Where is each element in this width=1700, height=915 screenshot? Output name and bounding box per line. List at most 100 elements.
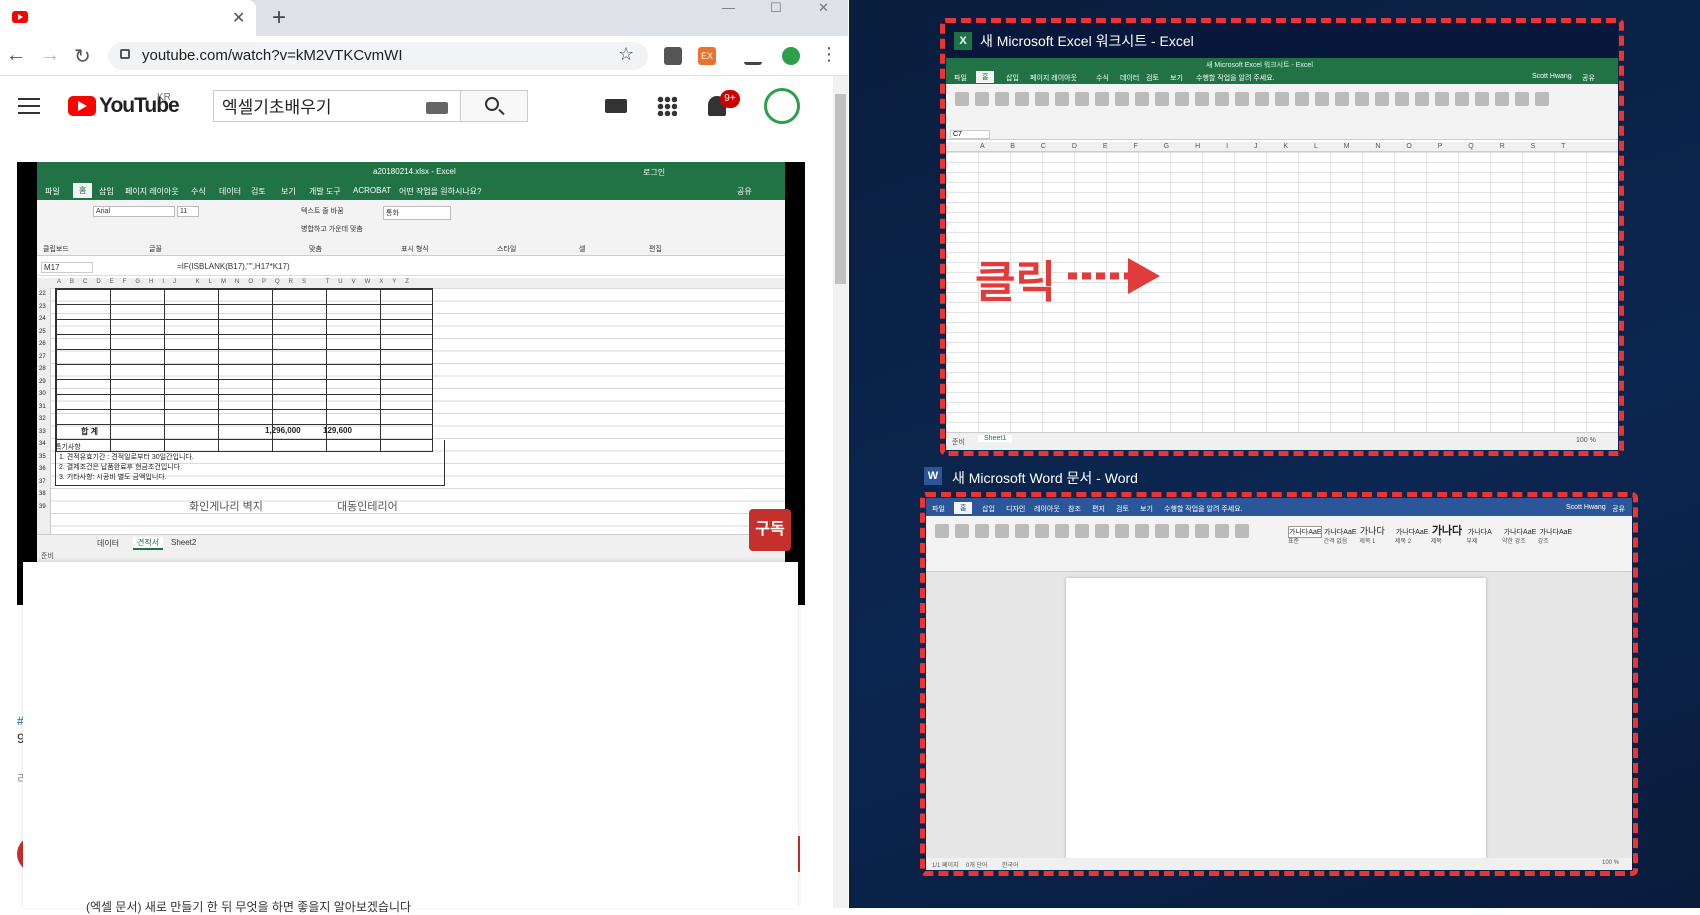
video-excel-screen: a20180214.xlsx - Excel 로그인 파일 홈 삽입 페이지 레… (37, 162, 785, 562)
excel-highlight-frame (940, 18, 1624, 456)
row-number: 33 (39, 428, 46, 435)
row-number: 31 (39, 403, 46, 410)
ribbon-group-label: 셀 (579, 246, 586, 253)
profile-avatar-icon[interactable] (782, 47, 800, 65)
excel-tab: ACROBAT (353, 186, 392, 195)
media-control-icon[interactable] (744, 47, 762, 65)
total-tax: 129,600 (323, 426, 352, 435)
excel-tab: 파일 (45, 187, 60, 196)
formula-bar: M17 =IF(ISBLANK(B17),"",H17*K17) (37, 258, 785, 276)
merge-center-label: 병합하고 가운데 맞춤 (301, 226, 363, 233)
word-app-icon: W (924, 467, 942, 485)
row-number: 34 (39, 441, 46, 447)
excel-window-title: a20180214.xlsx - Excel (373, 167, 456, 176)
word-highlight-frame (920, 492, 1638, 876)
row-number: 39 (39, 503, 46, 510)
guide-menu-icon[interactable] (18, 98, 40, 114)
youtube-logo-icon[interactable] (68, 96, 96, 116)
status-ready: 준비 (41, 553, 54, 560)
search-icon (485, 97, 499, 111)
word-window-title: 새 Microsoft Word 문서 - Word (952, 470, 1138, 486)
excel-tab: 검토 (251, 187, 266, 196)
tab-youtube[interactable]: ✕ (0, 0, 256, 36)
reload-button[interactable]: ↻ (74, 44, 91, 69)
notification-badge: 9+ (720, 90, 740, 108)
row-number: 25 (39, 328, 46, 335)
bookmark-star-icon[interactable]: ☆ (618, 44, 634, 65)
sheet-tab: 데이터 (97, 539, 120, 548)
youtube-region-label: KR (157, 92, 171, 103)
row-headers: 22 23 24 25 26 27 28 29 30 31 32 33 34 3… (37, 288, 51, 534)
browser-window: ✕ + — ☐ ✕ ← → ↻ youtube.com/watch?v=kM2V… (0, 0, 848, 914)
row-number: 30 (39, 391, 46, 397)
scrollbar-thumb[interactable] (835, 94, 846, 284)
tab-close-icon[interactable]: ✕ (232, 8, 245, 28)
excel-status-bar: 준비 (37, 550, 785, 562)
back-button[interactable]: ← (6, 44, 26, 67)
font-name-box: Arial (93, 206, 175, 217)
row-number: 36 (39, 466, 46, 472)
keyboard-icon[interactable] (426, 102, 448, 114)
ribbon-group-label: 맞춤 (309, 246, 322, 253)
formula-text: =IF(ISBLANK(B17),"",H17*K17) (177, 262, 290, 271)
apps-grid-icon[interactable] (657, 96, 677, 116)
row-number: 23 (39, 303, 46, 310)
minimize-button[interactable]: — (722, 0, 735, 16)
ribbon-group-label: 표시 형식 (401, 246, 429, 253)
maximize-button[interactable]: ☐ (770, 0, 782, 16)
new-tab-button[interactable]: + (272, 4, 286, 32)
excel-title-bar: a20180214.xlsx - Excel 로그인 (37, 162, 785, 182)
excel-ribbon-tabs: 파일 홈 삽입 페이지 레이아웃 수식 데이터 검토 보기 개발 도구 ACRO… (37, 182, 785, 200)
column-headers: ABCDEFGHIJ KLMNOPQRS TUVWXYZ (37, 278, 785, 288)
url-text[interactable]: youtube.com/watch?v=kM2VTKCvmWI (142, 47, 403, 64)
column-header-strip: ABCDEFGHIJ KLMNOPQRS TUVWXYZ (57, 279, 418, 285)
footer-left-text: 화인게나리 벽지 (189, 501, 263, 513)
quote-table (55, 288, 433, 452)
row-number: 28 (39, 366, 46, 372)
excel-share: 공유 (737, 187, 752, 196)
excel-tab: 수식 (191, 187, 206, 196)
notes-box (55, 440, 445, 486)
account-avatar[interactable] (764, 88, 800, 124)
name-box: M17 (41, 262, 93, 273)
row-number: 38 (39, 491, 46, 497)
total-label: 합 계 (81, 427, 98, 436)
ribbon-group-label: 글꼴 (149, 246, 162, 253)
excel-tab: 보기 (281, 187, 296, 196)
white-popup-panel (23, 562, 798, 908)
browser-menu-icon[interactable]: ⋮ (820, 44, 838, 65)
click-arrow-icon (1068, 258, 1160, 294)
row-number: 24 (39, 316, 46, 322)
sheet-tab: Sheet2 (171, 538, 197, 547)
excel-login: 로그인 (643, 168, 666, 177)
excel-tell-me: 어떤 작업을 원하시나요? (399, 187, 482, 196)
excel-tab: 홈 (73, 183, 93, 198)
font-size-box: 11 (177, 206, 199, 217)
search-input[interactable] (222, 95, 422, 115)
search-box[interactable] (213, 90, 460, 122)
address-bar[interactable]: youtube.com/watch?v=kM2VTKCvmWI ☆ (108, 42, 648, 70)
extension-ex-icon[interactable]: EX (698, 47, 716, 65)
row-number: 35 (39, 453, 46, 460)
row-number: 26 (39, 341, 46, 347)
excel-tab: 페이지 레이아웃 (125, 187, 179, 196)
click-annotation-label: 클릭 (975, 257, 1056, 308)
search-button[interactable] (460, 90, 528, 122)
forward-button[interactable]: → (40, 44, 60, 67)
subscribe-watermark-button[interactable]: 구독 (749, 509, 791, 551)
sheet-tabs: 데이터 견적서 Sheet2 (37, 534, 785, 550)
excel-tab: 삽입 (99, 187, 114, 196)
youtube-favicon-icon (12, 11, 28, 23)
footer-right-text: 대동인테리어 (337, 501, 398, 513)
row-number: 29 (39, 378, 46, 385)
excel-tab: 개발 도구 (309, 187, 341, 196)
extension-info-icon[interactable] (664, 47, 682, 65)
ribbon-group-label: 스타일 (497, 246, 517, 253)
number-format-box: 통화 (383, 206, 451, 220)
close-window-button[interactable]: ✕ (818, 0, 829, 16)
row-number: 22 (39, 291, 46, 297)
row-number: 32 (39, 416, 46, 422)
word-window-titlebar[interactable]: W 새 Microsoft Word 문서 - Word (922, 465, 1522, 491)
wrap-text-label: 텍스트 줄 바꿈 (301, 208, 344, 215)
create-video-icon[interactable] (605, 99, 627, 113)
